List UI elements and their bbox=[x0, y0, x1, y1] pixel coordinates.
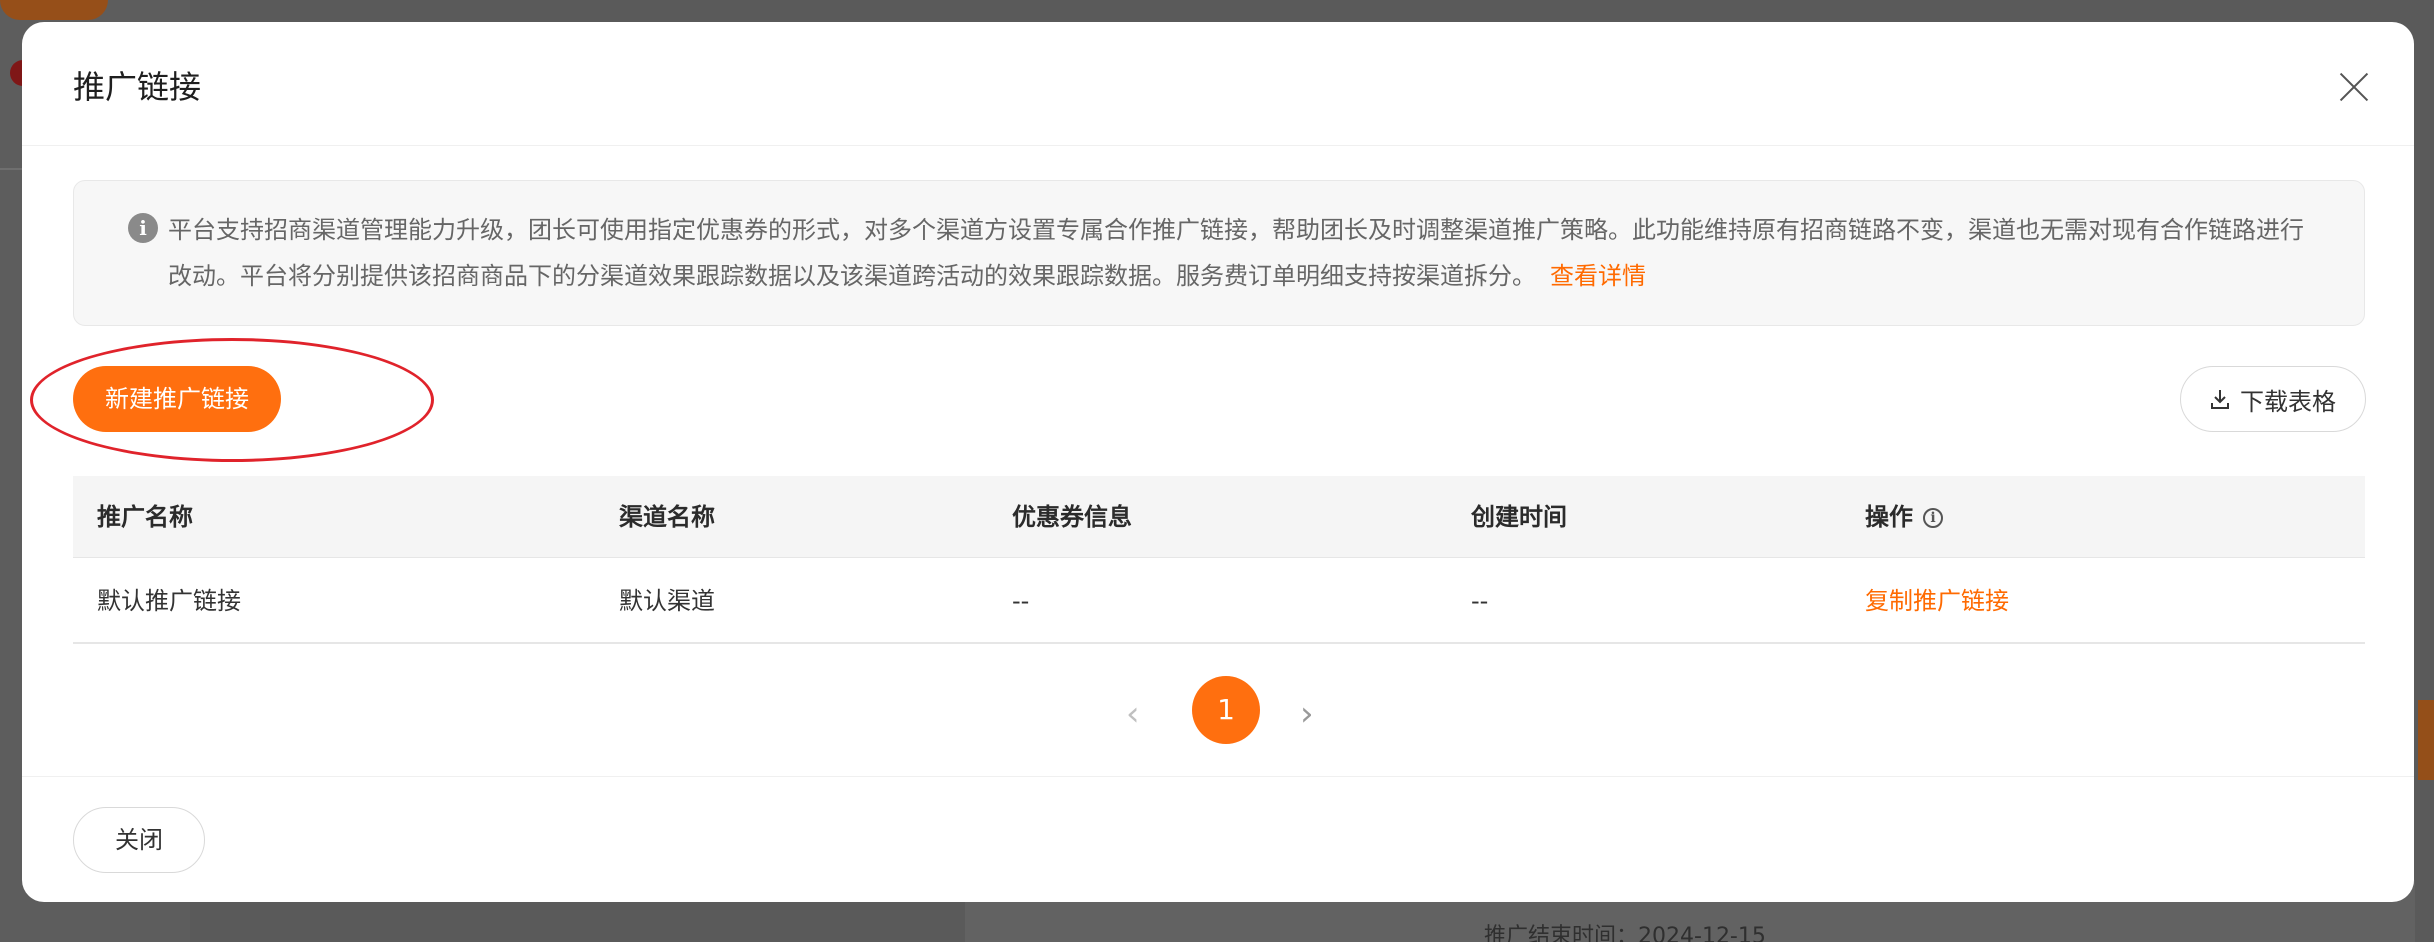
header-promotion-name: 推广名称 bbox=[97, 503, 193, 531]
promotion-link-modal: 推广链接 i 平台支持招商渠道管理能力升级，团长可使用指定优惠券的形式，对多个渠… bbox=[22, 22, 2414, 902]
info-notice: i 平台支持招商渠道管理能力升级，团长可使用指定优惠券的形式，对多个渠道方设置专… bbox=[73, 180, 2365, 326]
copy-promotion-link[interactable]: 复制推广链接 bbox=[1865, 558, 2009, 644]
create-promotion-link-button[interactable]: 新建推广链接 bbox=[73, 366, 281, 432]
next-page-icon[interactable]: › bbox=[1300, 694, 1314, 734]
cell-channel-name: 默认渠道 bbox=[619, 587, 715, 615]
header-coupon-info: 优惠券信息 bbox=[1012, 503, 1132, 531]
table-row: 默认推广链接 默认渠道 -- -- 复制推广链接 bbox=[73, 558, 2365, 644]
pagination: ‹ 1 › bbox=[22, 676, 2414, 746]
close-icon[interactable] bbox=[2334, 66, 2374, 106]
header-created-time: 创建时间 bbox=[1471, 503, 1567, 531]
prev-page-icon[interactable]: ‹ bbox=[1126, 694, 1140, 734]
cell-promotion-name: 默认推广链接 bbox=[97, 587, 241, 615]
view-details-link[interactable]: 查看详情 bbox=[1550, 262, 1646, 290]
close-button[interactable]: 关闭 bbox=[73, 807, 205, 873]
header-actions-label: 操作 bbox=[1865, 503, 1913, 531]
header-actions: 操作 i bbox=[1865, 476, 1943, 558]
promotion-link-table: 推广名称 渠道名称 优惠券信息 创建时间 操作 i 默认推广链接 默认渠道 -- … bbox=[73, 476, 2365, 644]
page-number-current[interactable]: 1 bbox=[1192, 676, 1260, 744]
download-table-label: 下载表格 bbox=[2240, 387, 2336, 416]
table-header: 推广名称 渠道名称 优惠券信息 创建时间 操作 i bbox=[73, 476, 2365, 558]
notice-body: 平台支持招商渠道管理能力升级，团长可使用指定优惠券的形式，对多个渠道方设置专属合… bbox=[168, 216, 2304, 290]
cell-coupon-info: -- bbox=[1012, 587, 1030, 615]
download-icon bbox=[2210, 388, 2230, 410]
modal-footer: 关闭 bbox=[22, 776, 2414, 902]
actions-info-icon[interactable]: i bbox=[1923, 508, 1943, 528]
modal-header: 推广链接 bbox=[22, 22, 2414, 146]
cell-created-time: -- bbox=[1471, 587, 1489, 615]
header-channel-name: 渠道名称 bbox=[619, 503, 715, 531]
notice-text: 平台支持招商渠道管理能力升级，团长可使用指定优惠券的形式，对多个渠道方设置专属合… bbox=[168, 207, 2318, 299]
modal-title: 推广链接 bbox=[73, 68, 202, 106]
info-icon: i bbox=[128, 213, 158, 243]
download-table-button[interactable]: 下载表格 bbox=[2180, 366, 2366, 432]
